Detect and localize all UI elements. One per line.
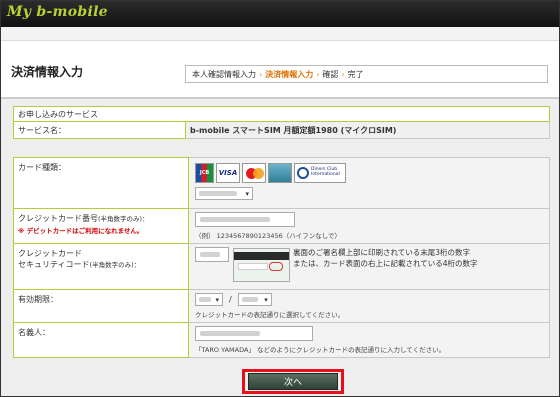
- card-number-label-cell: クレジットカード番号(半角数字のみ)： ※ デビットカードはご利用になれません。: [13, 208, 189, 244]
- chevron-down-icon: ▾: [215, 295, 219, 304]
- jcb-logo-icon: JCB: [195, 163, 214, 183]
- security-code-highlight: [269, 262, 283, 271]
- card-type-label: カード種類：: [13, 157, 189, 209]
- debit-warning: ※ デビットカードはご利用になれません。: [18, 227, 144, 235]
- step-separator-icon: ›: [341, 69, 345, 79]
- service-table: お申し込みのサービス サービス名： b-mobile スマートSIM 月額定額1…: [13, 106, 550, 139]
- security-code-input[interactable]: [195, 247, 229, 262]
- service-name-label: サービス名：: [13, 121, 186, 139]
- sub-bar: [1, 27, 559, 41]
- magnetic-stripe: [234, 252, 289, 260]
- step-1: 本人確認情報入力: [192, 69, 256, 79]
- card-number-input[interactable]: [195, 212, 295, 227]
- holder-note: 「TARO YAMADA」 などのようにクレジットカードの表記通りに入力してくだ…: [195, 346, 446, 354]
- main-content: お申し込みのサービス サービス名： b-mobile スマートSIM 月額定額1…: [1, 99, 559, 396]
- card-number-value: [200, 217, 270, 222]
- expiry-month-select[interactable]: ▾: [195, 293, 223, 306]
- security-code-label-cell: クレジットカード セキュリティコード(半角数字のみ)：: [13, 243, 189, 290]
- step-separator-icon: ›: [259, 69, 263, 79]
- top-bar: My b-mobile: [1, 1, 559, 27]
- step-indicator: 本人確認情報入力 › 決済情報入力 › 確認 › 完了: [185, 65, 548, 83]
- holder-name-input[interactable]: [195, 326, 313, 341]
- diners-logo-icon: Diners Club International: [294, 163, 346, 183]
- security-code-cell: 裏面のご署名欄上部に印刷されている末尾3桁の数字 または、カード表面の右上に記載…: [188, 243, 550, 290]
- expiry-label: 有効期限：: [13, 289, 189, 323]
- holder-name-value: [200, 331, 260, 336]
- submit-highlight: 次へ: [242, 369, 344, 394]
- card-type-select-value: [199, 191, 237, 196]
- page-title: 決済情報入力: [11, 65, 84, 79]
- next-button[interactable]: 次へ: [248, 373, 338, 390]
- page-frame: My b-mobile 決済情報入力 本人確認情報入力 › 決済情報入力 › 確…: [0, 0, 560, 397]
- signature-panel: [238, 263, 268, 270]
- chevron-down-icon: ▾: [245, 189, 249, 198]
- card-number-cell: （例） 1234567890123456（ハイフンなしで）: [188, 208, 550, 244]
- expiry-year-select[interactable]: ▾: [237, 293, 272, 306]
- chevron-down-icon: ▾: [264, 295, 268, 304]
- card-number-example: （例） 1234567890123456（ハイフンなしで）: [195, 232, 342, 240]
- card-number-label: クレジットカード番号: [18, 214, 98, 223]
- logo[interactable]: My b-mobile: [7, 4, 108, 20]
- security-code-label-line2: セキュリティコード: [18, 260, 90, 269]
- card-brand-logos: JCB VISA Diners Club International: [195, 163, 543, 183]
- security-code-value: [200, 252, 220, 257]
- card-type-cell: JCB VISA Diners Club International ▾: [188, 157, 550, 209]
- mastercard-logo-icon: [242, 163, 266, 183]
- card-number-label-note: (半角数字のみ)：: [98, 215, 149, 223]
- service-section-title: お申し込みのサービス: [13, 106, 550, 122]
- security-code-label-note: (半角数字のみ)：: [89, 261, 141, 269]
- security-code-label-line1: クレジットカード: [18, 249, 82, 258]
- step-separator-icon: ›: [316, 69, 320, 79]
- holder-cell: 「TARO YAMADA」 などのようにクレジットカードの表記通りに入力してくだ…: [188, 322, 550, 358]
- security-code-help: 裏面のご署名欄上部に印刷されている末尾3桁の数字 または、カード表面の右上に記載…: [293, 248, 478, 268]
- amex-logo-icon: [268, 163, 292, 183]
- step-4: 完了: [347, 69, 364, 79]
- payment-form-table: カード種類： JCB VISA Diners Club Internationa…: [13, 157, 550, 358]
- card-type-select[interactable]: ▾: [195, 187, 253, 200]
- card-back-image: [233, 248, 290, 282]
- visa-logo-icon: VISA: [216, 163, 240, 183]
- step-3: 確認: [322, 69, 339, 79]
- service-name-value: b-mobile スマートSIM 月額定額1980 (マイクロSIM): [185, 121, 550, 139]
- expiry-note: クレジットカードの表記通りに選択してください。: [195, 311, 345, 319]
- expiry-separator: /: [229, 295, 232, 304]
- step-2-current: 決済情報入力: [265, 69, 314, 79]
- holder-label: 名義人：: [13, 322, 189, 358]
- expiry-cell: ▾ / ▾ クレジットカードの表記通りに選択してください。: [188, 289, 550, 323]
